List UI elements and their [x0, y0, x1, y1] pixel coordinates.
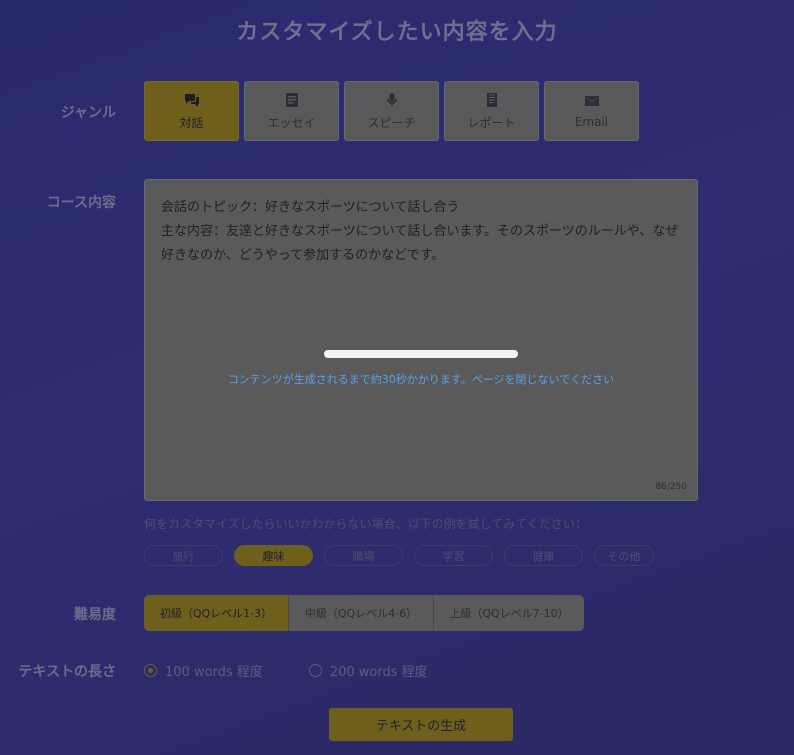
length-label: テキストの長さ	[18, 664, 116, 680]
course-content-text: 会話のトピック：好きなスポーツについて話し合う 主な内容：友達と好きなスポーツに…	[161, 200, 679, 263]
course-content-textarea[interactable]: 会話のトピック：好きなスポーツについて話し合う 主な内容：友達と好きなスポーツに…	[144, 179, 698, 501]
chip-other[interactable]: その他	[594, 545, 654, 566]
difficulty-intermediate[interactable]: 中級（QQレベル4-6）	[289, 595, 434, 631]
loading-progress-bar	[324, 350, 518, 358]
chip-workplace[interactable]: 職場	[324, 545, 403, 566]
radio-button[interactable]	[308, 664, 322, 677]
genre-label-text: エッセイ	[267, 115, 316, 130]
example-chips: 旅行 趣味 職場 学習 健康 その他	[144, 545, 654, 566]
length-option-200[interactable]: 200 words 程度	[308, 661, 428, 680]
customize-page: カスタマイズしたい内容を入力 ジャンル 対話 エッセイ スピーチ レポート Em…	[0, 0, 794, 755]
page-title: カスタマイズしたい内容を入力	[236, 20, 558, 45]
genre-button-email[interactable]: Email	[544, 81, 639, 141]
character-counter: 86/250	[655, 482, 687, 492]
chip-health[interactable]: 健康	[504, 545, 583, 566]
length-radio-group: 100 words 程度 200 words 程度	[144, 661, 428, 680]
radio-label: 100 words 程度	[165, 665, 263, 680]
example-hint: 何をカスタマイズしたらいいかわからない場合、以下の例を試してみてください：	[144, 517, 587, 531]
genre-label-text: レポート	[467, 115, 516, 130]
genre-label-text: Email	[574, 115, 609, 129]
genre-button-speech[interactable]: スピーチ	[344, 81, 439, 141]
genre-label-text: スピーチ	[367, 115, 416, 130]
microphone-icon	[386, 92, 397, 106]
genre-label: ジャンル	[60, 105, 116, 121]
length-option-100[interactable]: 100 words 程度	[144, 661, 263, 680]
chip-study[interactable]: 学習	[414, 545, 493, 566]
difficulty-selector: 初級（QQレベル1-3） 中級（QQレベル4-6） 上級（QQレベル7-10）	[144, 595, 584, 631]
difficulty-label: 難易度	[74, 607, 116, 623]
course-label: コース内容	[46, 195, 116, 211]
mail-icon	[584, 96, 599, 106]
radio-label: 200 words 程度	[329, 665, 428, 680]
genre-selector: 対話 エッセイ スピーチ レポート Email	[144, 81, 639, 141]
genre-label-text: 対話	[179, 115, 204, 130]
genre-button-essay[interactable]: エッセイ	[244, 81, 339, 141]
report-icon	[486, 92, 497, 107]
radio-button[interactable]	[144, 664, 157, 677]
document-icon	[285, 92, 298, 107]
difficulty-beginner[interactable]: 初級（QQレベル1-3）	[144, 595, 289, 631]
genre-button-dialogue[interactable]: 対話	[144, 81, 239, 141]
chip-travel[interactable]: 旅行	[144, 545, 223, 566]
chat-icon	[184, 93, 199, 107]
difficulty-advanced[interactable]: 上級（QQレベル7-10）	[434, 595, 584, 631]
loading-message: コンテンツが生成されるまで約30秒かかります。ページを閉じないでください	[227, 373, 615, 386]
genre-button-report[interactable]: レポート	[444, 81, 539, 141]
chip-hobby[interactable]: 趣味	[234, 545, 313, 566]
generate-text-button[interactable]: テキストの生成	[329, 708, 513, 741]
